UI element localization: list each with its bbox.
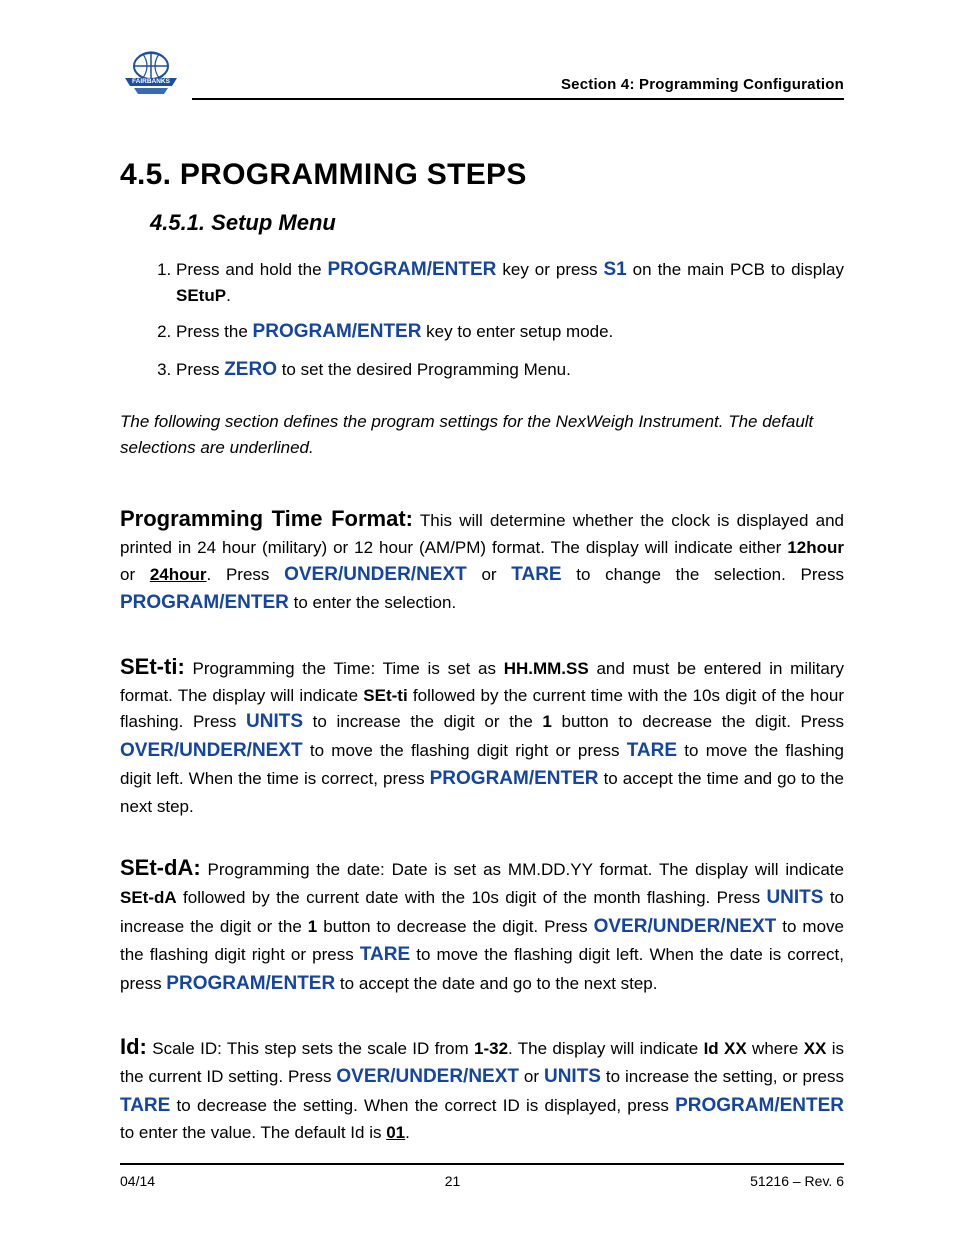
- key-over-under-next: OVER/UNDER/NEXT: [594, 916, 777, 937]
- text: to set the desired Programming Menu.: [277, 360, 571, 379]
- text: button to decrease the digit. Press: [552, 712, 844, 731]
- range: 1-32: [474, 1039, 508, 1058]
- footer-date: 04/14: [120, 1173, 155, 1189]
- set-ti-word: SEt-ti: [363, 686, 407, 705]
- key-program-enter: PROGRAM/ENTER: [120, 592, 289, 613]
- text: Press and hold the: [176, 260, 328, 279]
- text: key to enter setup mode.: [421, 322, 613, 341]
- text: to move the flashing digit right or pres…: [303, 741, 627, 760]
- para-set-ti: SEt-ti: Programming the Time: Time is se…: [120, 650, 844, 820]
- text: to enter the value. The default Id is: [120, 1123, 386, 1142]
- step-1: Press and hold the PROGRAM/ENTER key or …: [176, 256, 844, 308]
- text: Press the: [176, 322, 253, 341]
- key-s1: S1: [603, 259, 626, 280]
- text: .: [226, 286, 231, 305]
- text: Programming the Time: Time is set as: [185, 659, 504, 678]
- key-tare: TARE: [120, 1095, 170, 1116]
- key-over-under-next: OVER/UNDER/NEXT: [120, 740, 303, 761]
- text: or: [467, 565, 512, 584]
- text: or: [519, 1067, 544, 1086]
- key-program-enter: PROGRAM/ENTER: [166, 973, 335, 994]
- footer-page: 21: [445, 1173, 461, 1189]
- default-id: 01: [386, 1123, 405, 1142]
- key-units: UNITS: [544, 1066, 601, 1087]
- lead: SEt-ti:: [120, 654, 185, 679]
- fairbanks-logo: FAIRBANKS: [120, 50, 182, 100]
- opt-12hour: 12hour: [787, 538, 844, 557]
- text: to increase the setting, or press: [601, 1067, 844, 1086]
- para-id: Id: Scale ID: This step sets the scale I…: [120, 1030, 844, 1146]
- id-xx: Id XX: [704, 1039, 747, 1058]
- text: to change the selection. Press: [562, 565, 844, 584]
- text: Press: [176, 360, 224, 379]
- text: Programming the date: Date is set as MM.…: [201, 860, 844, 879]
- opt-24hour: 24hour: [150, 565, 207, 584]
- key-units: UNITS: [246, 711, 303, 732]
- text: Scale ID: This step sets the scale ID fr…: [147, 1039, 474, 1058]
- text: followed by the current date with the 10…: [177, 888, 767, 907]
- text: on the main PCB to display: [627, 260, 844, 279]
- svg-text:FAIRBANKS: FAIRBANKS: [132, 78, 171, 85]
- heading-main: 4.5. PROGRAMMING STEPS: [120, 158, 844, 192]
- key-tare: TARE: [360, 944, 410, 965]
- step-list: Press and hold the PROGRAM/ENTER key or …: [148, 256, 844, 383]
- text: .: [405, 1123, 410, 1142]
- set-da-word: SEt-dA: [120, 888, 177, 907]
- heading-sub: 4.5.1. Setup Menu: [150, 210, 844, 236]
- key-program-enter: PROGRAM/ENTER: [253, 321, 422, 342]
- one-button: 1: [542, 712, 551, 731]
- header: FAIRBANKS Section 4: Programming Configu…: [120, 50, 844, 100]
- lead: Id:: [120, 1034, 147, 1059]
- header-rule: Section 4: Programming Configuration: [192, 80, 844, 100]
- text: to accept the date and go to the next st…: [335, 974, 657, 993]
- text: . Press: [207, 565, 285, 584]
- key-tare: TARE: [511, 564, 561, 585]
- key-program-enter: PROGRAM/ENTER: [675, 1095, 844, 1116]
- key-zero: ZERO: [224, 359, 277, 380]
- key-units: UNITS: [766, 887, 823, 908]
- page: FAIRBANKS Section 4: Programming Configu…: [0, 0, 954, 1235]
- section-title: Section 4: Programming Configuration: [561, 76, 844, 93]
- one-button: 1: [308, 917, 317, 936]
- text: to decrease the setting. When the correc…: [170, 1096, 675, 1115]
- key-program-enter: PROGRAM/ENTER: [328, 259, 497, 280]
- lead: Programming Time Format:: [120, 506, 413, 531]
- key-over-under-next: OVER/UNDER/NEXT: [336, 1066, 519, 1087]
- text: to enter the selection.: [289, 593, 456, 612]
- para-time-format: Programming Time Format: This will deter…: [120, 502, 844, 618]
- para-set-da: SEt-dA: Programming the date: Date is se…: [120, 851, 844, 998]
- lead: SEt-dA:: [120, 855, 201, 880]
- text: where: [747, 1039, 804, 1058]
- text: to increase the digit or the: [303, 712, 542, 731]
- text: key or press: [496, 260, 603, 279]
- setup-word: SEtuP: [176, 286, 226, 305]
- hhmmss: HH.MM.SS: [504, 659, 589, 678]
- footer: 04/14 21 51216 – Rev. 6: [120, 1163, 844, 1189]
- text: . The display will indicate: [508, 1039, 704, 1058]
- text: or: [120, 565, 150, 584]
- key-tare: TARE: [627, 740, 677, 761]
- xx: XX: [804, 1039, 827, 1058]
- step-2: Press the PROGRAM/ENTER key to enter set…: [176, 318, 844, 346]
- step-3: Press ZERO to set the desired Programmin…: [176, 356, 844, 384]
- key-over-under-next: OVER/UNDER/NEXT: [284, 564, 467, 585]
- footer-rev: 51216 – Rev. 6: [750, 1173, 844, 1189]
- key-program-enter: PROGRAM/ENTER: [430, 768, 599, 789]
- text: button to decrease the digit. Press: [317, 917, 593, 936]
- italic-note: The following section defines the progra…: [120, 409, 844, 460]
